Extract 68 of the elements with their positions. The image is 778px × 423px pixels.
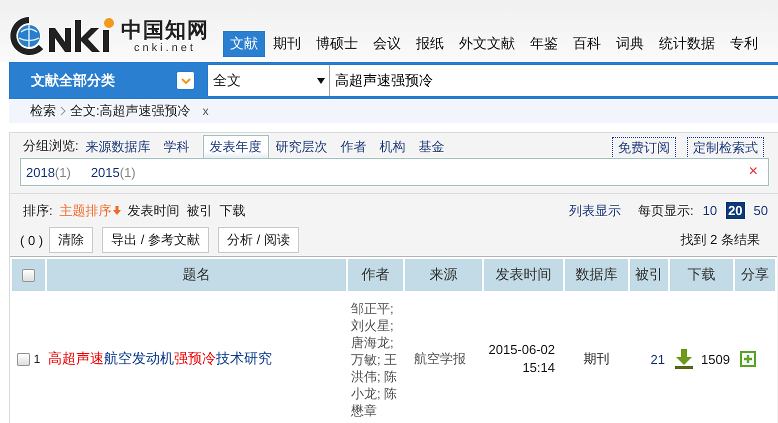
- breadcrumb-link[interactable]: 检索: [30, 102, 56, 120]
- result-count: 找到 2 条结果: [680, 231, 760, 249]
- field-dropdown[interactable]: 全文: [208, 65, 330, 96]
- select-all-checkbox[interactable]: [22, 268, 35, 282]
- toolbar-button[interactable]: 清除: [49, 227, 94, 253]
- group-tab[interactable]: 基金: [418, 136, 451, 158]
- group-tab[interactable]: 来源数据库: [86, 136, 157, 158]
- group-tab[interactable]: 作者: [340, 136, 373, 158]
- logo-title: 中国知网: [121, 18, 209, 42]
- arrow-down-icon: [112, 206, 121, 214]
- breadcrumb-current: 全文:高超声速强预冷: [70, 102, 191, 120]
- search-field[interactable]: 高超声速强预冷: [330, 65, 778, 96]
- sort-label: 排序:: [23, 202, 53, 220]
- nav-tab[interactable]: 外文文献: [452, 31, 522, 57]
- close-button[interactable]: ×: [748, 163, 758, 181]
- row-checkbox[interactable]: [16, 352, 30, 366]
- plus-icon[interactable]: [740, 351, 756, 367]
- year-filter-link[interactable]: 2015(1): [90, 164, 136, 180]
- citation-count[interactable]: 21: [631, 352, 667, 366]
- selected-count: ( 0 ): [20, 232, 44, 248]
- nav-tab[interactable]: 文献: [223, 31, 265, 57]
- page-size-option[interactable]: 20: [726, 202, 745, 219]
- column-header: 作者: [348, 259, 403, 291]
- column-header: 被引: [630, 259, 668, 291]
- column-header: 题名: [47, 259, 346, 291]
- logo-domain: cnki.net: [134, 42, 196, 54]
- sort-option[interactable]: 下载: [220, 202, 246, 220]
- column-header: 数据库: [565, 259, 628, 291]
- nav-tab[interactable]: 会议: [366, 31, 408, 57]
- dropdown-arrow-icon: [317, 78, 325, 84]
- group-tab[interactable]: 研究层次: [276, 136, 334, 158]
- group-tab[interactable]: 机构: [380, 136, 412, 158]
- column-header: 下载: [670, 259, 733, 291]
- nav-tab[interactable]: 专利: [723, 31, 765, 57]
- nav-tab[interactable]: 期刊: [266, 31, 308, 57]
- group-tab[interactable]: 发表年度: [202, 135, 269, 158]
- nav-tab[interactable]: 报纸: [409, 31, 451, 57]
- sort-option[interactable]: 被引: [186, 202, 213, 220]
- nav-tab[interactable]: 百科: [566, 31, 608, 57]
- remove-button[interactable]: x: [202, 104, 209, 118]
- chevron-right-icon: [60, 106, 66, 116]
- download-count: 1509: [701, 352, 730, 366]
- category-selector[interactable]: 文献全部分类: [9, 62, 203, 99]
- nav-tab[interactable]: 年鉴: [523, 31, 565, 57]
- nav-tab[interactable]: 统计数据: [652, 31, 722, 57]
- date-text: 2015-06-02 15:14: [488, 341, 555, 377]
- sort-option[interactable]: 发表时间: [128, 202, 180, 220]
- article-title-link[interactable]: 高超声速航空发动机强预冷技术研究: [48, 350, 272, 366]
- source-link[interactable]: 航空学报: [406, 351, 466, 366]
- chevron-down-icon[interactable]: [177, 72, 194, 89]
- column-header: 来源: [405, 259, 482, 291]
- group-label: 分组浏览:: [23, 137, 79, 155]
- group-tab[interactable]: 学科: [164, 136, 196, 158]
- page-size-option[interactable]: 50: [752, 202, 770, 219]
- row-number: 1: [34, 352, 40, 366]
- view-mode-link[interactable]: 列表显示: [568, 202, 621, 220]
- column-header: 发表时间: [484, 259, 563, 291]
- per-page-label: 每页显示:: [638, 202, 694, 220]
- nav-tab[interactable]: 词典: [609, 31, 651, 57]
- author-list: 邹正平; 刘火星; 唐海龙; 万敏; 王洪伟; 陈小龙; 陈懋章: [349, 300, 402, 418]
- database-text: 期刊: [582, 350, 610, 368]
- toolbar-button[interactable]: 导出 / 参考文献: [102, 227, 209, 253]
- toolbar-button[interactable]: 分析 / 阅读: [218, 227, 299, 253]
- year-filter-link[interactable]: 2018(1): [26, 164, 71, 180]
- nav-tab[interactable]: 博硕士: [309, 31, 365, 57]
- column-header: 分享: [735, 259, 775, 291]
- download-icon[interactable]: [675, 349, 693, 369]
- page-size-option[interactable]: 10: [700, 202, 720, 219]
